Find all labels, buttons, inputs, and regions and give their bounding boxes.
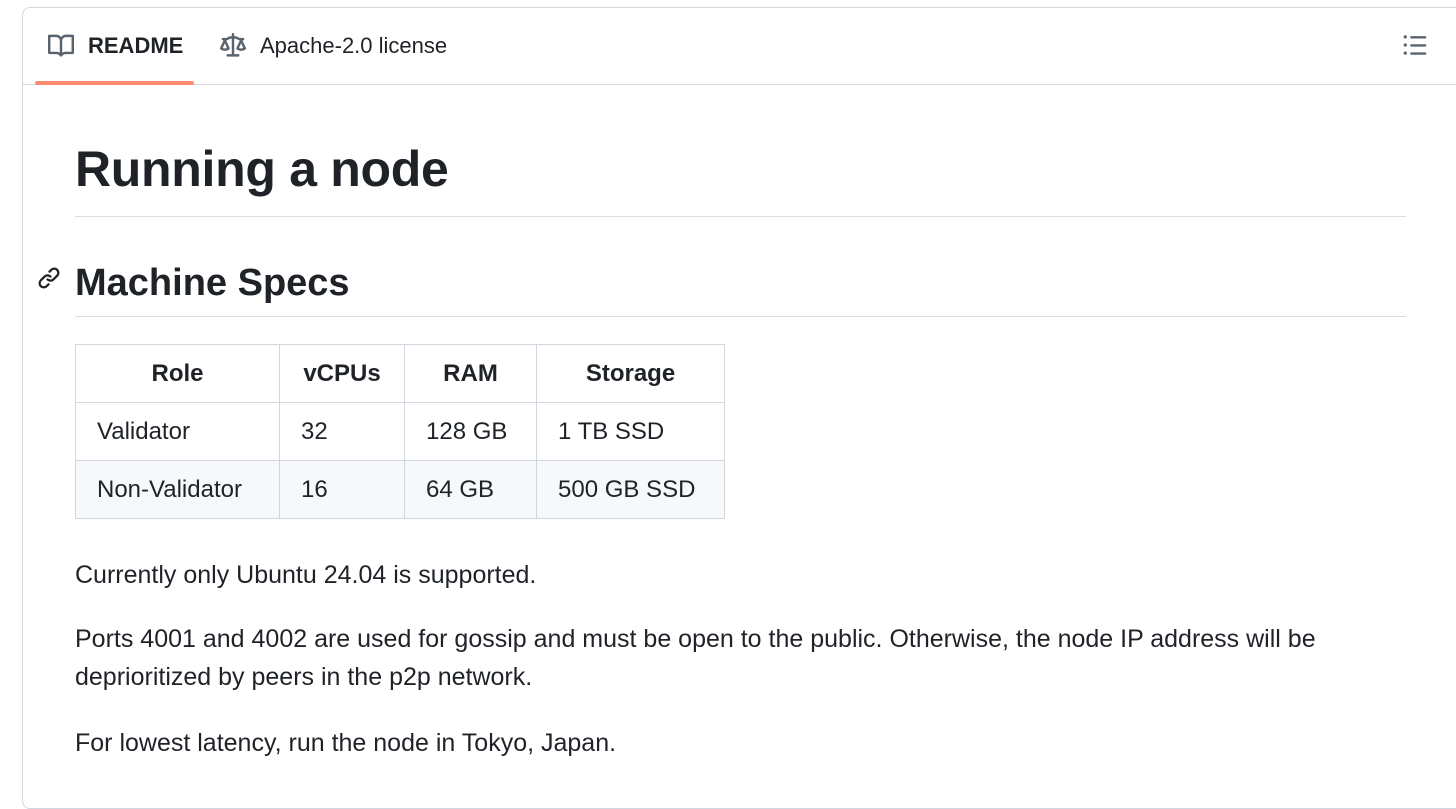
readme-tab-bar: README Apache-2.0 license xyxy=(23,8,1456,85)
table-header-row: Role vCPUs RAM Storage xyxy=(75,344,725,403)
table-cell: 16 xyxy=(279,460,405,519)
paragraph-ports: Ports 4001 and 4002 are used for gossip … xyxy=(75,625,1316,691)
tab-readme[interactable]: README xyxy=(47,8,183,84)
machine-specs-table: Role vCPUs RAM Storage Validator 32 128 … xyxy=(75,344,725,519)
table-cell: 32 xyxy=(279,402,405,461)
readme-container: README Apache-2.0 license Running a node xyxy=(22,7,1456,809)
section-heading-machine-specs: Machine Specs xyxy=(75,262,350,304)
outline-toggle-button[interactable] xyxy=(1393,30,1437,64)
table-cell: Validator xyxy=(75,402,280,461)
table-cell: 128 GB xyxy=(404,402,537,461)
table-cell: 1 TB SSD xyxy=(536,402,725,461)
book-icon xyxy=(47,32,75,60)
page-title: Running a node xyxy=(75,141,449,197)
column-header-ram: RAM xyxy=(404,344,537,403)
column-header-role: Role xyxy=(75,344,280,403)
active-tab-indicator xyxy=(35,81,194,85)
tab-license-label: Apache-2.0 license xyxy=(260,33,448,58)
link-icon xyxy=(37,266,61,295)
paragraph-os-support: Currently only Ubuntu 24.04 is supported… xyxy=(75,561,537,589)
table-row: Validator 32 128 GB 1 TB SSD xyxy=(75,402,725,461)
section-anchor-link[interactable] xyxy=(35,266,63,294)
column-header-vcpus: vCPUs xyxy=(279,344,405,403)
paragraph-latency: For lowest latency, run the node in Toky… xyxy=(75,729,617,757)
table-cell: 500 GB SSD xyxy=(536,460,725,519)
list-unordered-icon xyxy=(1402,32,1428,63)
tab-license[interactable]: Apache-2.0 license xyxy=(219,8,447,84)
section-divider xyxy=(75,316,1406,317)
table-row: Non-Validator 16 64 GB 500 GB SSD xyxy=(75,460,725,519)
column-header-storage: Storage xyxy=(536,344,725,403)
law-icon xyxy=(219,32,247,60)
table-cell: Non-Validator xyxy=(75,460,280,519)
table-cell: 64 GB xyxy=(404,460,537,519)
tab-readme-label: README xyxy=(88,33,184,58)
title-divider xyxy=(75,216,1406,217)
